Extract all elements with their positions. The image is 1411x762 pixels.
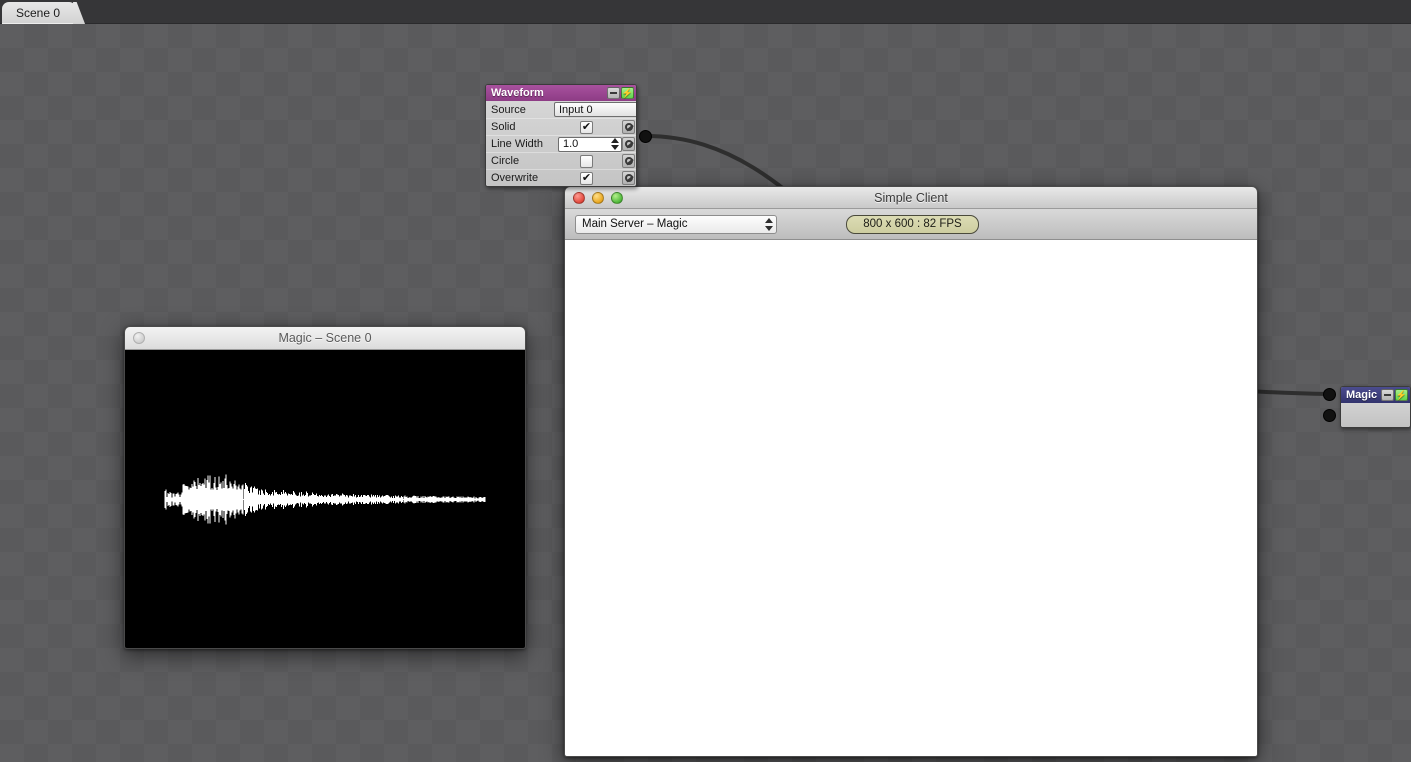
simple-client-titlebar[interactable]: Simple Client — [565, 187, 1257, 209]
param-label-line-width: Line Width — [491, 138, 543, 150]
solid-checkbox[interactable]: ✔ — [580, 120, 593, 134]
node-magic-titlebar[interactable]: Magic ⚡ — [1341, 387, 1410, 403]
output-port-waveform[interactable] — [639, 130, 652, 143]
node-waveform-title: Waveform — [491, 87, 544, 99]
server-select-value: Main Server – Magic — [582, 218, 688, 230]
publish-button-overwrite[interactable] — [622, 171, 635, 185]
node-waveform-parameters: Source Input 0 Solid ✔ Line Width 1.0 Ci… — [486, 101, 636, 186]
node-magic-title: Magic — [1346, 389, 1378, 401]
line-width-value: 1.0 — [563, 138, 579, 150]
tab-scene-0[interactable]: Scene 0 — [2, 2, 77, 24]
scene-viewer-titlebar[interactable]: Magic – Scene 0 — [125, 327, 525, 350]
source-select-value: Input 0 — [559, 103, 593, 116]
audio-waveform-graphic — [164, 474, 486, 525]
fps-badge-text: 800 x 600 : 82 FPS — [863, 218, 962, 230]
param-label-solid: Solid — [491, 121, 516, 133]
input-port-magic-1[interactable] — [1323, 388, 1336, 401]
window-simple-client[interactable]: Simple Client Main Server – Magic 800 x … — [564, 186, 1258, 757]
simple-client-toolbar: Main Server – Magic 800 x 600 : 82 FPS — [565, 209, 1257, 240]
stepper-arrows-icon[interactable] — [609, 138, 620, 151]
node-waveform[interactable]: Waveform ⚡ Source Input 0 Solid ✔ Line W… — [485, 84, 637, 187]
overwrite-checkbox[interactable]: ✔ — [580, 171, 593, 185]
scene-viewer-title: Magic – Scene 0 — [278, 331, 372, 345]
node-magic-buttons[interactable]: ⚡ — [1381, 389, 1410, 401]
minimize-icon[interactable] — [592, 191, 604, 204]
node-magic-body — [1341, 403, 1410, 427]
simple-client-title: Simple Client — [874, 190, 948, 205]
source-select[interactable]: Input 0 — [554, 102, 636, 117]
bolt-icon[interactable]: ⚡ — [621, 87, 634, 99]
minimize-icon[interactable] — [607, 87, 620, 99]
simple-client-window-controls[interactable] — [565, 191, 623, 204]
param-row-overwrite: Overwrite ✔ — [486, 169, 636, 186]
link-off-icon — [624, 174, 633, 182]
param-label-source: Source — [491, 103, 526, 116]
bolt-icon[interactable]: ⚡ — [1395, 389, 1408, 401]
circle-checkbox[interactable] — [580, 154, 593, 168]
param-row-source: Source Input 0 — [486, 101, 636, 118]
publish-button-line-width[interactable] — [622, 137, 635, 151]
param-row-solid: Solid ✔ — [486, 118, 636, 135]
minimize-icon[interactable] — [1381, 389, 1394, 401]
input-port-magic-2[interactable] — [1323, 409, 1336, 422]
publish-button-solid[interactable] — [622, 120, 635, 134]
node-magic[interactable]: Magic ⚡ — [1340, 386, 1411, 428]
close-icon[interactable] — [133, 332, 145, 344]
tab-label: Scene 0 — [16, 6, 61, 20]
param-label-circle: Circle — [491, 155, 520, 167]
resolution-fps-badge: 800 x 600 : 82 FPS — [846, 214, 979, 234]
link-off-icon — [624, 140, 633, 148]
window-scene-viewer[interactable]: Magic – Scene 0 — [124, 326, 526, 649]
scene-viewer-window-controls[interactable] — [125, 332, 145, 344]
stepper-arrows-icon[interactable] — [765, 216, 773, 233]
server-select[interactable]: Main Server – Magic — [575, 214, 777, 234]
simple-client-canvas[interactable] — [565, 240, 1257, 756]
node-waveform-buttons[interactable]: ⚡ — [607, 87, 636, 99]
link-off-icon — [624, 123, 633, 131]
line-width-stepper[interactable]: 1.0 — [558, 136, 622, 152]
app-root: Scene 0 Magic – Scene 0 Simple Client Ma… — [0, 0, 1411, 762]
param-label-overwrite: Overwrite — [491, 172, 539, 184]
param-row-line-width: Line Width 1.0 — [486, 135, 636, 152]
zoom-icon[interactable] — [611, 191, 623, 204]
node-waveform-titlebar[interactable]: Waveform ⚡ — [486, 85, 636, 101]
close-icon[interactable] — [573, 191, 585, 204]
publish-button-circle[interactable] — [622, 154, 635, 168]
tab-bar: Scene 0 — [0, 0, 1411, 24]
link-off-icon — [624, 157, 633, 165]
scene-viewer-canvas[interactable] — [125, 350, 525, 648]
param-row-circle: Circle — [486, 152, 636, 169]
